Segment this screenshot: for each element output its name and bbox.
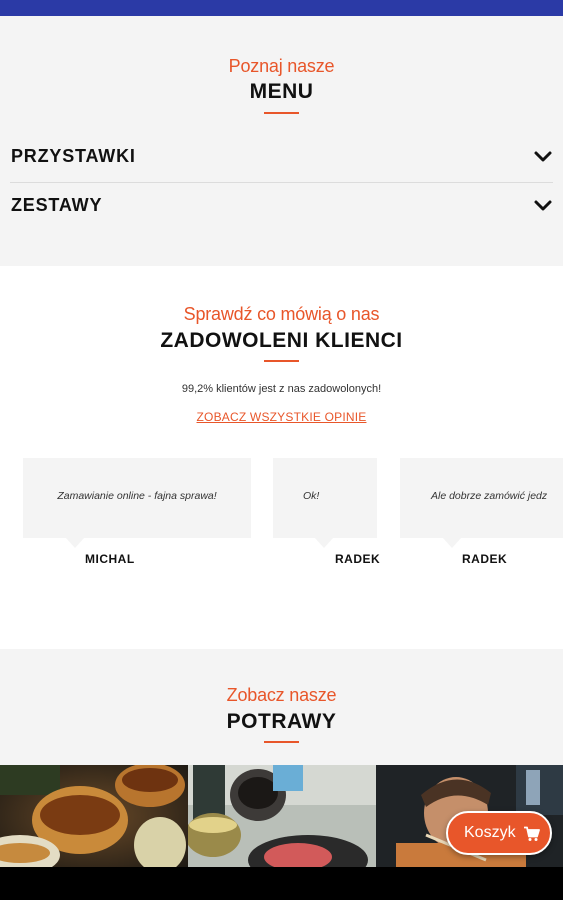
reviews-section: Sprawdź co mówią o nas ZADOWOLENI KLIENC… (0, 266, 563, 649)
chevron-down-icon (534, 200, 552, 211)
sushi-photo[interactable] (0, 765, 188, 867)
dishes-section: Zobacz nasze POTRAWY (0, 649, 563, 765)
reviews-subtitle: Sprawdź co mówią o nas (183, 304, 380, 324)
dishes-subtitle: Zobacz nasze (226, 685, 337, 705)
review-card: Ok! (273, 458, 377, 538)
satisfaction-stat: 99,2% klientów jest z nas zadowolonych! (181, 383, 382, 395)
review-author: RADEK (462, 552, 508, 566)
review-author: MICHAL (85, 552, 135, 566)
review-text: Zamawianie online - fajna sprawa! (57, 490, 217, 502)
menu-section: Poznaj nasze MENU PRZYSTAWKI ZESTAWY (0, 16, 563, 266)
review-card: Zamawianie online - fajna sprawa! (23, 458, 251, 538)
review-text: Ok! (303, 490, 320, 502)
accordion-label: ZESTAWY (11, 195, 103, 215)
accordion-label: PRZYSTAWKI (11, 146, 136, 166)
dishes-title-underline (264, 741, 299, 743)
menu-title-underline (264, 112, 299, 114)
reviews-title: ZADOWOLENI KLIENCI (160, 329, 403, 352)
menu-title: MENU (249, 80, 314, 103)
bottom-navigation-bar (0, 867, 563, 900)
accordion-przystawki[interactable]: PRZYSTAWKI (10, 134, 553, 182)
top-status-bar (0, 0, 563, 16)
review-bubble-tail (443, 538, 461, 548)
reviews-title-underline (264, 360, 299, 362)
all-reviews-link[interactable]: ZOBACZ WSZYSTKIE OPINIE (0, 410, 563, 424)
cart-label: Koszyk (464, 824, 516, 841)
cart-icon (524, 826, 540, 841)
review-text: Ale dobrze zamówić jedz (431, 490, 548, 502)
review-card: Ale dobrze zamówić jedz (400, 458, 563, 538)
sauce-photo[interactable] (188, 765, 376, 867)
chevron-down-icon (534, 151, 552, 162)
menu-subtitle: Poznaj nasze (228, 56, 335, 76)
review-bubble-tail (66, 538, 84, 548)
review-bubble-tail (315, 538, 333, 548)
cart-button[interactable]: Koszyk (446, 811, 552, 855)
accordion-zestawy[interactable]: ZESTAWY (10, 183, 553, 231)
dishes-title: POTRAWY (226, 710, 337, 733)
review-author: RADEK (335, 552, 381, 566)
